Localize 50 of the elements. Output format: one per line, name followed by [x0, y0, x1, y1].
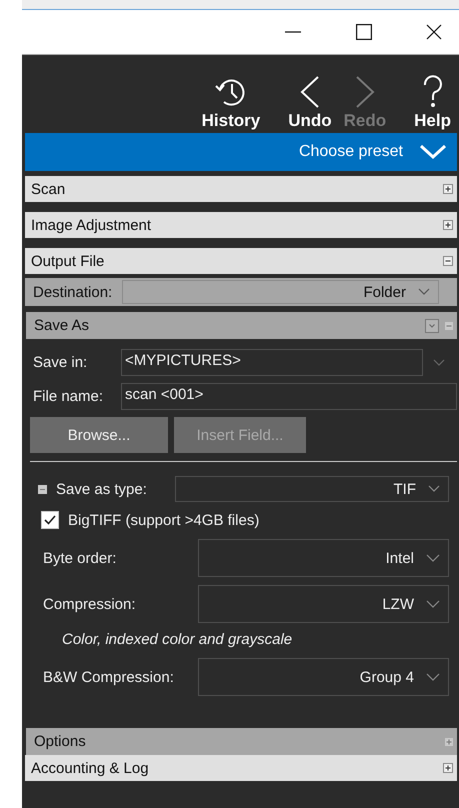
save-as-type-dropdown[interactable]: TIF	[175, 476, 449, 502]
file-name-field[interactable]: scan <001>	[121, 383, 457, 410]
chevron-down-icon[interactable]	[433, 358, 445, 366]
section-title: Output File	[31, 252, 104, 270]
field-label: B&W Compression:	[43, 668, 175, 686]
section-header[interactable]: Scan	[25, 176, 457, 202]
undo-button[interactable]: Undo	[282, 75, 338, 131]
maximize-icon[interactable]	[356, 24, 372, 40]
left-chevron-icon	[298, 75, 321, 109]
section-title: Image Adjustment	[31, 216, 152, 234]
option-dropdown[interactable]: LZW	[198, 585, 449, 623]
field-label: Compression:	[43, 596, 137, 612]
bigtiff-checkbox[interactable]: BigTIFF (support >4GB files)	[25, 511, 457, 529]
field-label: Save as type:	[56, 480, 148, 498]
help-button[interactable]: Help	[408, 75, 457, 131]
chevron-down-icon	[428, 485, 440, 493]
browse-button[interactable]: Browse...	[30, 417, 168, 453]
field-label: Destination:	[33, 284, 112, 300]
right-chevron-icon	[354, 75, 376, 109]
section-header[interactable]: Image Adjustment	[25, 212, 457, 238]
subsection-title: Save As	[34, 317, 90, 334]
collapse-icon[interactable]	[38, 484, 47, 494]
expand-icon[interactable]	[443, 763, 453, 773]
section-header[interactable]: Accounting & Log	[25, 755, 457, 781]
expand-icon[interactable]	[443, 220, 453, 230]
field-label: Byte order:	[43, 550, 118, 566]
save-in-dropdown[interactable]: <MYPICTURES>	[121, 349, 423, 376]
subsection-header[interactable]: Options	[26, 728, 457, 755]
expand-icon[interactable]	[443, 184, 453, 194]
checkbox-icon[interactable]	[41, 511, 59, 529]
destination-dropdown[interactable]: Folder	[122, 280, 439, 304]
field-label: Save in:	[32, 354, 88, 371]
chevron-down-icon	[418, 288, 430, 296]
section-title: Accounting & Log	[31, 760, 149, 776]
close-icon[interactable]	[426, 24, 442, 40]
collapse-icon[interactable]	[443, 256, 453, 266]
chevron-down-icon	[426, 600, 440, 608]
chevron-down-icon	[419, 144, 447, 160]
history-button[interactable]: History	[196, 75, 266, 131]
subsection-title: Options	[34, 733, 86, 750]
chevron-down-icon	[426, 554, 440, 562]
section-title: Scan	[31, 180, 66, 198]
option-dropdown[interactable]: Group 4	[198, 658, 449, 696]
option-dropdown[interactable]: Intel	[198, 539, 449, 577]
field-label: File name:	[32, 388, 104, 405]
help-icon	[422, 75, 444, 109]
note-text: Color, indexed color and grayscale	[61, 631, 294, 648]
choose-preset-button[interactable]: Choose preset	[25, 133, 457, 171]
section-header[interactable]: Output File	[25, 248, 457, 274]
chevron-down-icon	[426, 673, 440, 681]
